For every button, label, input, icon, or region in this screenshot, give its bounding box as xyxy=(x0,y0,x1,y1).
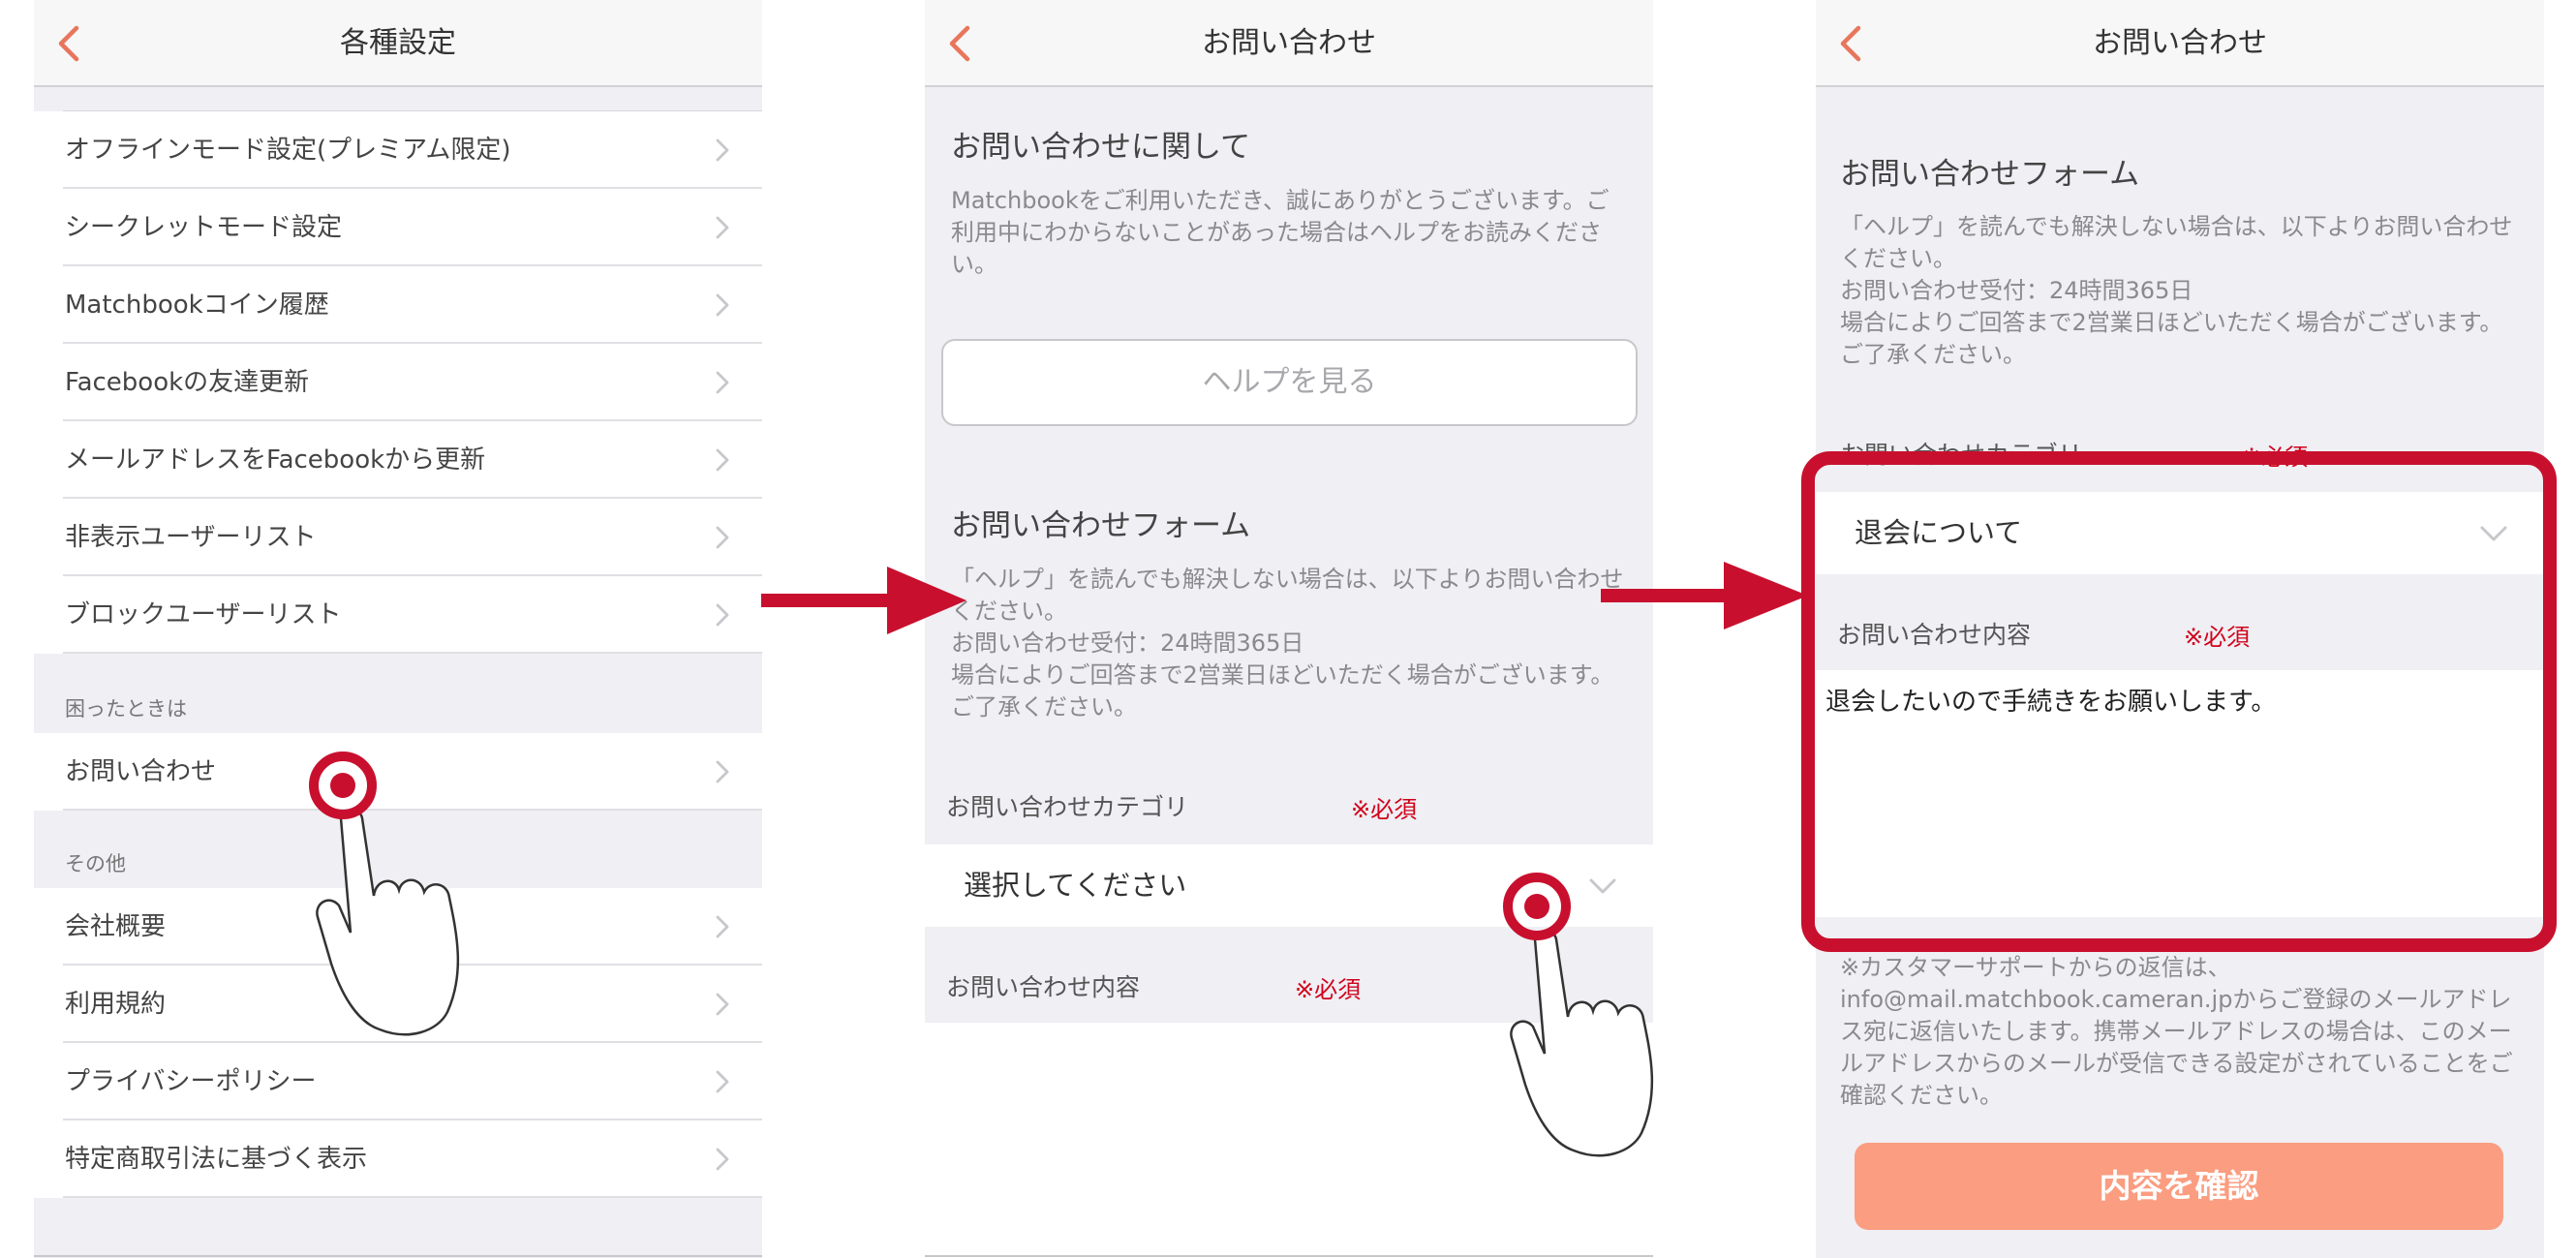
chevron-right-icon xyxy=(708,213,737,242)
list-item[interactable]: プライバシーポリシー xyxy=(34,1043,762,1120)
chevron-right-icon xyxy=(708,291,737,320)
chevron-right-icon xyxy=(708,445,737,475)
contact-form-screen: お問い合わせ お問い合わせフォーム 「ヘルプ」を読んでも解決しない場合は、以下よ… xyxy=(1816,0,2544,1258)
tap-gesture-icon xyxy=(309,752,460,1036)
divider xyxy=(34,1255,762,1257)
reply-note: ※カスタマーサポートからの返信は、info@mail.matchbook.cam… xyxy=(1840,954,2513,1109)
confirm-button[interactable]: 内容を確認 xyxy=(1855,1143,2503,1230)
chevron-right-icon xyxy=(708,368,737,397)
about-text: Matchbookをご利用いただき、誠にありがとうございます。ご利用中にわからな… xyxy=(951,187,1610,278)
help-button[interactable]: ヘルプを見る xyxy=(941,339,1638,426)
list-item-label: 利用規約 xyxy=(65,990,167,1019)
required-mark: ※必須 xyxy=(1295,976,1362,1003)
nav-bar: お問い合わせ xyxy=(925,0,1653,87)
divider xyxy=(63,1196,762,1198)
form-text: 「ヘルプ」を読んでも解決しない場合は、以下よりお問い合わせください。 お問い合わ… xyxy=(951,566,1624,721)
list-item-label: ブロックユーザーリスト xyxy=(65,600,342,629)
category-label: お問い合わせカテゴリ xyxy=(946,793,1189,821)
chevron-right-icon xyxy=(708,912,737,941)
page-title: お問い合わせ xyxy=(2093,26,2267,60)
required-mark: ※必須 xyxy=(2184,624,2251,651)
divider xyxy=(63,652,762,654)
page-title: お問い合わせ xyxy=(1202,26,1376,60)
form-heading: お問い合わせフォーム xyxy=(951,508,1251,543)
list-item-label: プライバシーポリシー xyxy=(65,1067,317,1096)
arrow-right-icon xyxy=(761,567,966,634)
page-title: 各種設定 xyxy=(340,26,456,60)
list-item[interactable]: ブロックユーザーリスト xyxy=(34,576,762,654)
list-item-label: オフラインモード設定(プレミアム限定) xyxy=(65,136,511,165)
divider xyxy=(925,1255,1653,1257)
category-select[interactable]: 退会について xyxy=(1816,492,2544,574)
list-item[interactable]: メールアドレスをFacebookから更新 xyxy=(34,421,762,499)
list-item[interactable]: シークレットモード設定 xyxy=(34,189,762,266)
required-mark: ※必須 xyxy=(2242,444,2309,471)
content-textarea[interactable]: 退会したいので手続きをお願いします。 xyxy=(1816,670,2544,917)
list-item-label: 特定商取引法に基づく表示 xyxy=(65,1145,368,1174)
arrow-right-icon xyxy=(1601,562,1808,629)
required-mark: ※必須 xyxy=(1351,796,1418,823)
category-label: お問い合わせカテゴリ xyxy=(1840,441,2083,469)
category-select-value: 選択してください xyxy=(964,869,1187,902)
nav-bar: お問い合わせ xyxy=(1816,0,2544,87)
list-item-label: 会社概要 xyxy=(65,912,167,941)
chevron-right-icon xyxy=(708,523,737,552)
form-text: 「ヘルプ」を読んでも解決しない場合は、以下よりお問い合わせください。 お問い合わ… xyxy=(1840,213,2513,368)
content-label: お問い合わせ内容 xyxy=(1837,621,2032,649)
list-item[interactable]: 非表示ユーザーリスト xyxy=(34,499,762,576)
settings-screen: 各種設定 オフラインモード設定(プレミアム限定) シークレットモード設定 Match… xyxy=(34,0,762,1258)
chevron-right-icon xyxy=(708,600,737,629)
list-item-label: Matchbookコイン履歴 xyxy=(65,291,329,320)
chevron-right-icon xyxy=(708,1067,737,1096)
section-header-other: その他 xyxy=(65,852,126,875)
category-select-value: 退会について xyxy=(1855,516,2023,549)
content-label: お問い合わせ内容 xyxy=(946,973,1141,1001)
list-item-label: お問い合わせ xyxy=(65,757,217,786)
about-heading: お問い合わせに関して xyxy=(951,130,1251,165)
chevron-right-icon xyxy=(708,757,737,786)
list-item[interactable]: 特定商取引法に基づく表示 xyxy=(34,1120,762,1198)
list-item[interactable]: Matchbookコイン履歴 xyxy=(34,266,762,344)
chevron-right-icon xyxy=(708,990,737,1019)
list-item-label: メールアドレスをFacebookから更新 xyxy=(65,445,486,475)
list-item-label: Facebookの友達更新 xyxy=(65,368,310,397)
chevron-down-icon xyxy=(2476,516,2511,551)
list-item-label: 非表示ユーザーリスト xyxy=(65,523,317,552)
list-item[interactable]: オフラインモード設定(プレミアム限定) xyxy=(34,111,762,189)
form-heading: お問い合わせフォーム xyxy=(1840,157,2140,192)
section-header-help: 困ったときは xyxy=(65,697,187,721)
nav-bar: 各種設定 xyxy=(34,0,762,87)
chevron-right-icon xyxy=(708,136,737,165)
list-item-label: シークレットモード設定 xyxy=(65,213,343,242)
chevron-right-icon xyxy=(708,1145,737,1174)
tap-gesture-icon xyxy=(1503,873,1654,1157)
list-item[interactable]: Facebookの友達更新 xyxy=(34,344,762,421)
